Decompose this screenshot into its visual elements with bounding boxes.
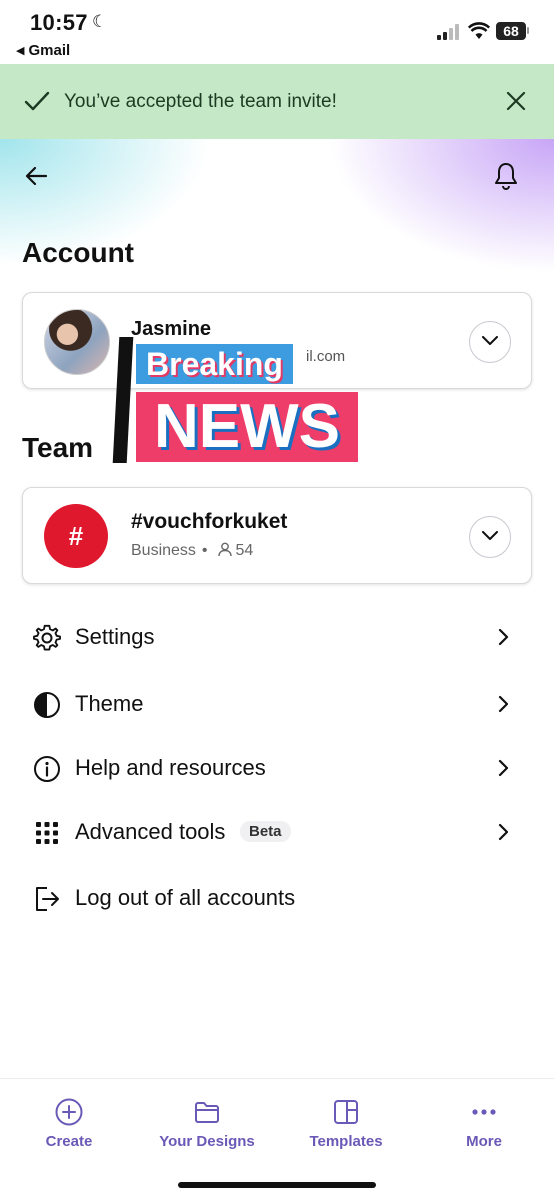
theme-icon (34, 692, 60, 718)
team-name: #vouchforkuket (131, 510, 288, 533)
home-indicator[interactable] (178, 1182, 376, 1188)
battery-level: 68 (496, 22, 526, 40)
invite-accepted-banner: You’ve accepted the team invite! (0, 64, 554, 139)
nav-your-designs[interactable]: Your Designs (147, 1097, 267, 1150)
battery-icon: 68 (496, 22, 529, 40)
team-expand-button[interactable] (469, 516, 511, 558)
folder-icon (195, 1102, 219, 1123)
menu-item-logout[interactable]: Log out of all accounts (0, 871, 554, 927)
wifi-icon (468, 22, 490, 39)
chevron-down-icon (482, 531, 498, 540)
breaking-news-overlay: Breaking NEWS (112, 337, 360, 465)
banner-message: You’ve accepted the team invite! (64, 91, 337, 112)
breaking-label: Breaking (136, 344, 293, 384)
back-triangle-icon: ◀ (16, 45, 25, 57)
plus-circle-icon (55, 1098, 83, 1126)
grid-icon (36, 822, 58, 844)
notifications-bell-icon[interactable] (493, 161, 519, 191)
menu-label: Settings (75, 624, 155, 649)
menu-item-settings[interactable]: Settings (0, 610, 554, 666)
team-logo: # (44, 504, 108, 568)
back-app-label: Gmail (28, 42, 71, 59)
team-card[interactable]: # #vouchforkuket Business • 54 (22, 487, 532, 584)
status-bar: 10:57 ☾ ◀ Gmail 68 (0, 0, 554, 64)
chevron-right-icon (498, 823, 509, 841)
nav-label: Your Designs (159, 1133, 255, 1150)
gear-icon (33, 624, 61, 651)
person-icon (217, 542, 232, 557)
back-arrow-icon[interactable] (24, 163, 50, 189)
nav-label: Templates (309, 1133, 383, 1150)
avatar (44, 309, 110, 375)
menu-item-help[interactable]: Help and resources (0, 741, 554, 797)
account-expand-button[interactable] (469, 321, 511, 363)
menu-label: Theme (75, 691, 144, 716)
nav-templates[interactable]: Templates (286, 1097, 406, 1150)
nav-label: Create (45, 1133, 93, 1150)
back-to-app-link[interactable]: ◀ Gmail (16, 42, 70, 59)
menu-label: Help and resources (75, 755, 266, 780)
team-section-title: Team (22, 432, 94, 463)
chevron-right-icon (498, 695, 509, 713)
menu-item-theme[interactable]: Theme (0, 677, 554, 733)
menu-label: Advanced tools (75, 819, 226, 844)
info-icon (34, 756, 60, 782)
team-plan: Business (131, 542, 196, 559)
close-icon[interactable] (505, 90, 527, 112)
cellular-signal-icon (437, 22, 463, 40)
menu-item-advanced-tools[interactable]: Advanced tools Beta (0, 805, 554, 861)
more-dots-icon (472, 1109, 496, 1115)
account-section-title: Account (22, 237, 134, 268)
menu-label: Log out of all accounts (75, 885, 296, 910)
chevron-right-icon (498, 628, 509, 646)
moon-icon: ☾ (92, 12, 108, 31)
team-meta: Business • 54 (131, 542, 254, 559)
beta-badge: Beta (240, 821, 291, 842)
news-bar (112, 337, 134, 463)
templates-icon (334, 1100, 358, 1124)
logout-icon (36, 887, 59, 911)
news-label: NEWS (136, 392, 358, 462)
chevron-down-icon (482, 336, 498, 345)
chevron-right-icon (498, 759, 509, 777)
team-member-count: 54 (235, 542, 254, 559)
status-time: 10:57 (30, 10, 88, 35)
nav-create[interactable]: Create (9, 1097, 129, 1150)
nav-label: More (466, 1133, 502, 1150)
nav-more[interactable]: More (424, 1097, 544, 1150)
checkmark-icon (24, 91, 50, 111)
